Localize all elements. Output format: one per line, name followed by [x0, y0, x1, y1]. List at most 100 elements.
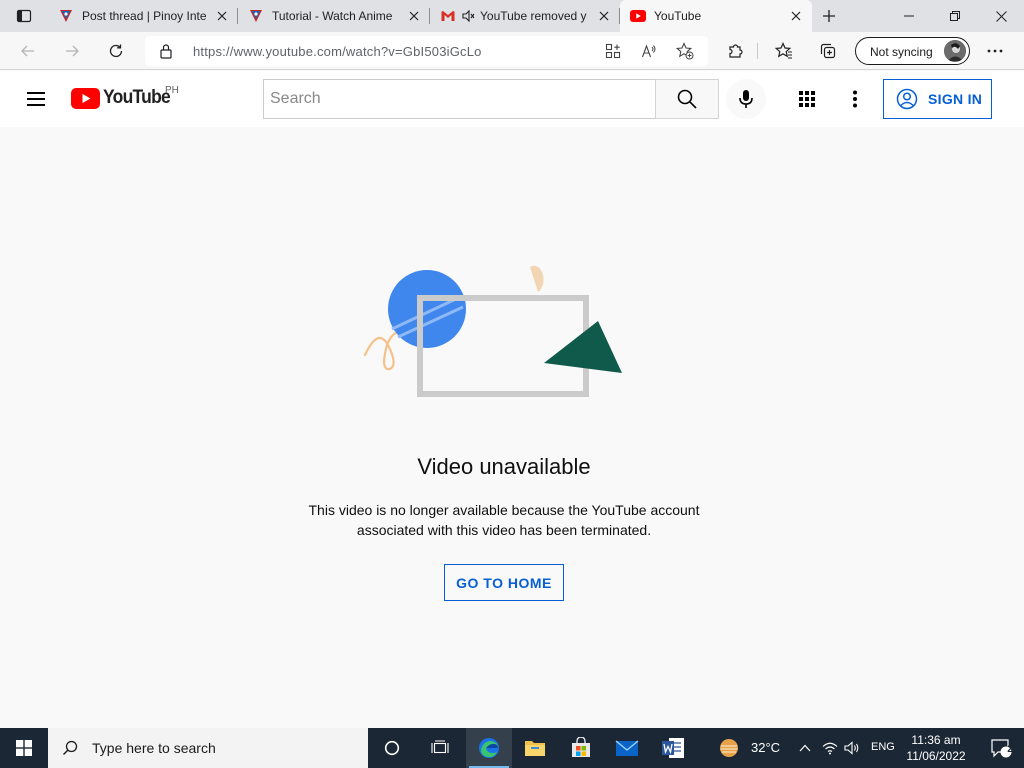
add-favorite-icon[interactable]: [676, 42, 694, 60]
refresh-button[interactable]: [101, 36, 131, 66]
taskbar-search-placeholder: Type here to search: [92, 740, 216, 756]
favorites-star-icon: [775, 42, 792, 59]
youtube-favicon-icon: [630, 8, 646, 24]
error-message-line-1: This video is no longer available becaus…: [308, 502, 700, 518]
show-hidden-icons-button[interactable]: [794, 728, 816, 768]
search-input[interactable]: [264, 80, 656, 118]
collections-button[interactable]: [813, 36, 843, 66]
browser-tab-4-active[interactable]: YouTube: [620, 0, 812, 32]
close-tab-icon[interactable]: [788, 8, 804, 24]
search-box: [263, 79, 656, 119]
error-message: This video is no longer available becaus…: [0, 500, 1008, 540]
edge-browser-icon: [479, 738, 499, 758]
restore-button[interactable]: [932, 0, 978, 32]
collections-icon: [820, 43, 836, 59]
restore-icon: [950, 11, 960, 21]
tab-title: YouTube removed y: [480, 9, 587, 23]
muted-speaker-icon[interactable]: [460, 8, 476, 24]
beige-halfmoon-shape: [530, 265, 544, 292]
microphone-icon: [739, 90, 753, 108]
windows-logo-icon: [16, 740, 32, 756]
task-view-button[interactable]: [417, 728, 463, 768]
puzzle-icon: [729, 44, 743, 58]
profile-button[interactable]: Not syncing: [855, 37, 970, 65]
new-tab-button[interactable]: [815, 2, 843, 30]
plus-icon: [823, 10, 835, 22]
browser-tab-3[interactable]: YouTube removed y: [430, 0, 620, 32]
weather-button[interactable]: [712, 728, 746, 768]
weather-temperature[interactable]: 32°C: [751, 740, 780, 755]
word-app-icon: [662, 738, 684, 758]
error-message-line-2: associated with this video has been term…: [356, 522, 652, 538]
browser-tab-1[interactable]: Post thread | Pinoy Inte: [48, 0, 238, 32]
minimize-icon: [904, 15, 914, 17]
youtube-logo[interactable]: YouTube: [71, 87, 176, 109]
video-unavailable-illustration: [363, 265, 622, 397]
close-tab-icon[interactable]: [214, 8, 230, 24]
main-content: Video unavailable This video is no longe…: [0, 127, 1024, 728]
apps-grid-icon: [799, 91, 815, 107]
start-button[interactable]: [0, 728, 48, 768]
voice-search-button[interactable]: [726, 79, 766, 119]
minimize-button[interactable]: [886, 0, 932, 32]
more-vertical-icon: [853, 90, 857, 108]
clock[interactable]: 11:36 am 11/06/2022: [900, 732, 972, 764]
tab-title: Tutorial - Watch Anime: [272, 9, 393, 23]
account-circle-icon: [896, 88, 918, 110]
tab-title: YouTube: [654, 9, 702, 23]
guide-menu-button[interactable]: [24, 87, 48, 111]
tab-actions-icon: [16, 9, 32, 23]
clock-time: 11:36 am: [911, 733, 961, 747]
search-icon: [677, 89, 697, 109]
chevron-up-icon: [799, 744, 811, 752]
edge-taskbar-button[interactable]: [466, 728, 512, 768]
cortana-button[interactable]: [369, 728, 415, 768]
youtube-wordmark: YouTube: [103, 87, 171, 108]
browser-tab-2[interactable]: Tutorial - Watch Anime: [238, 0, 430, 32]
lock-icon[interactable]: [159, 43, 173, 64]
speaker-volume-icon: [844, 741, 859, 755]
cortana-circle-icon: [384, 740, 400, 756]
volume-button[interactable]: [840, 728, 864, 768]
go-to-home-button[interactable]: GO TO HOME: [444, 564, 564, 601]
notification-count-badge: 2: [1007, 744, 1013, 755]
close-window-button[interactable]: [978, 0, 1024, 32]
arrow-right-icon: [66, 45, 79, 57]
arrow-left-icon: [21, 45, 34, 57]
mail-button[interactable]: [604, 728, 650, 768]
avatar: [944, 40, 966, 62]
youtube-apps-button[interactable]: [795, 87, 819, 111]
weather-hazy-sun-icon: [720, 739, 738, 757]
microsoft-store-button[interactable]: [558, 728, 604, 768]
notifications-button[interactable]: 2: [978, 728, 1024, 768]
pinoy-favicon-icon: [58, 8, 74, 24]
clock-date: 11/06/2022: [906, 749, 966, 763]
extensions-button[interactable]: [721, 36, 751, 66]
taskbar-search-box[interactable]: Type here to search: [48, 728, 368, 768]
favorites-button[interactable]: [769, 36, 799, 66]
file-explorer-button[interactable]: [512, 728, 558, 768]
back-button[interactable]: [13, 36, 43, 66]
read-aloud-icon[interactable]: [640, 42, 658, 60]
url-text: https://www.youtube.com/watch?v=GbI503iG…: [193, 44, 482, 59]
search-icon: [63, 740, 78, 755]
youtube-settings-button[interactable]: [843, 87, 867, 111]
toolbar-separator: [757, 43, 758, 59]
youtube-play-logo-icon: [71, 87, 100, 109]
forward-button[interactable]: [57, 36, 87, 66]
close-tab-icon[interactable]: [406, 8, 422, 24]
settings-menu-button[interactable]: [980, 36, 1010, 66]
search-button[interactable]: [655, 79, 719, 119]
error-title: Video unavailable: [417, 454, 591, 479]
network-button[interactable]: [818, 728, 842, 768]
browser-toolbar: https://www.youtube.com/watch?v=GbI503iG…: [0, 32, 1024, 70]
sign-in-button[interactable]: SIGN IN: [883, 79, 992, 119]
close-icon: [995, 10, 1007, 22]
close-tab-icon[interactable]: [596, 8, 612, 24]
input-language[interactable]: ENG: [871, 741, 895, 753]
app-available-icon[interactable]: [604, 42, 622, 60]
address-bar[interactable]: https://www.youtube.com/watch?v=GbI503iG…: [145, 36, 708, 66]
tab-actions-button[interactable]: [0, 0, 48, 32]
word-button[interactable]: [650, 728, 696, 768]
hamburger-menu-icon: [27, 92, 45, 106]
